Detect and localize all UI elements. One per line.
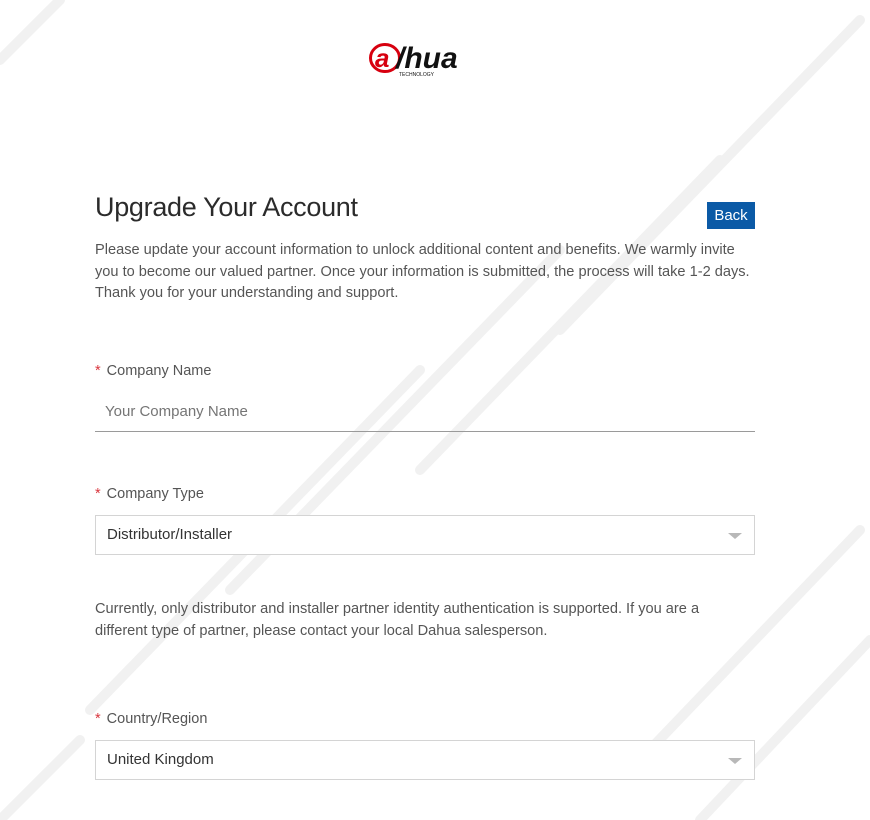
dahua-logo: a /hua TECHNOLOGY [369,40,481,78]
svg-text:/hua: /hua [394,42,458,75]
company-type-value: Distributor/Installer [107,526,233,543]
svg-text:a: a [375,43,389,73]
company-type-label: * Company Type [95,486,204,502]
page-title: Upgrade Your Account [95,192,358,222]
required-marker: * [95,711,101,727]
company-name-input[interactable] [95,392,755,432]
company-type-select[interactable]: Distributor/Installer [95,515,755,555]
country-region-label: * Country/Region [95,711,207,727]
intro-text: Please update your account information t… [95,242,750,301]
country-region-value: United Kingdom [107,751,214,768]
company-type-label-text: Company Type [106,486,204,502]
company-name-label: * Company Name [95,363,211,379]
required-marker: * [95,363,101,379]
required-marker: * [95,486,101,502]
company-name-label-text: Company Name [106,363,212,379]
chevron-down-icon [728,533,742,539]
country-region-label-text: Country/Region [106,711,208,727]
back-button[interactable]: Back [707,202,755,229]
country-region-select[interactable]: United Kingdom [95,740,755,780]
company-type-note: Currently, only distributor and installe… [95,601,700,639]
chevron-down-icon [728,758,742,764]
svg-text:TECHNOLOGY: TECHNOLOGY [399,72,435,78]
